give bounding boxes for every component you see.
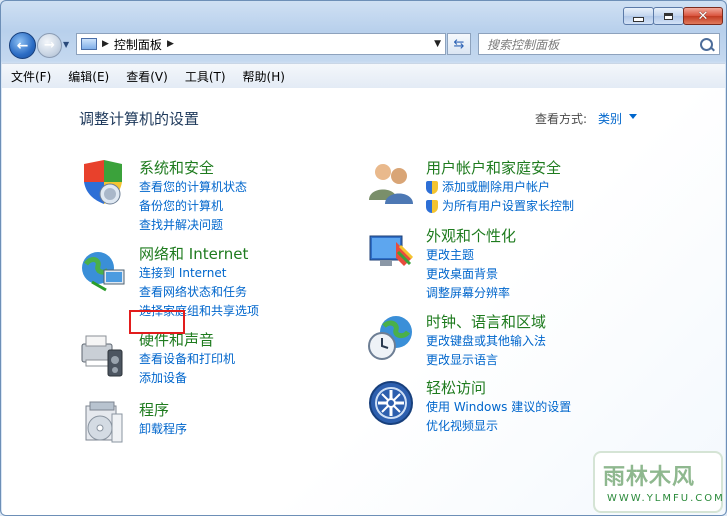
view-by-dropdown[interactable]: 类别 bbox=[598, 110, 622, 127]
page-title: 调整计算机的设置 bbox=[79, 110, 200, 128]
system-security-icon[interactable] bbox=[78, 158, 128, 208]
user-accounts-icon[interactable] bbox=[366, 158, 416, 208]
link-change-theme[interactable]: 更改主题 bbox=[426, 246, 516, 265]
recent-pages-dropdown[interactable]: ▼ bbox=[63, 41, 71, 49]
search-box[interactable] bbox=[478, 33, 720, 55]
network-icon[interactable] bbox=[78, 246, 128, 296]
view-by-label: 查看方式: bbox=[535, 112, 588, 126]
arrow-left-icon: ← bbox=[16, 37, 29, 54]
refresh-button[interactable]: ⇆ bbox=[447, 33, 471, 55]
menu-file[interactable]: 文件(F) bbox=[3, 68, 59, 85]
search-input[interactable] bbox=[485, 36, 699, 54]
link-desktop-background[interactable]: 更改桌面背景 bbox=[426, 265, 516, 284]
address-bar[interactable]: ▶ 控制面板 ▶ ▼ bbox=[76, 33, 446, 55]
link-network-status[interactable]: 查看网络状态和任务 bbox=[139, 283, 259, 302]
category-title-programs[interactable]: 程序 bbox=[139, 400, 187, 420]
breadcrumb-control-panel[interactable]: 控制面板 bbox=[114, 36, 162, 53]
minimize-button[interactable] bbox=[623, 7, 654, 25]
category-title-user-accounts[interactable]: 用户帐户和家庭安全 bbox=[426, 158, 574, 178]
close-button[interactable]: ✕ bbox=[683, 7, 723, 25]
link-change-display-language[interactable]: 更改显示语言 bbox=[426, 351, 546, 370]
link-connect-internet[interactable]: 连接到 Internet bbox=[139, 264, 259, 283]
menu-view[interactable]: 查看(V) bbox=[118, 68, 176, 85]
category-programs: 程序 卸载程序 bbox=[139, 400, 187, 439]
watermark-logo: 雨林木风 WWW.YLMFU.COM bbox=[593, 451, 723, 513]
maximize-icon bbox=[664, 12, 673, 20]
ease-of-access-icon[interactable] bbox=[366, 378, 416, 428]
link-devices-printers[interactable]: 查看设备和打印机 bbox=[139, 350, 235, 369]
category-title-ease-of-access[interactable]: 轻松访问 bbox=[426, 378, 571, 398]
category-clock-language-region: 时钟、语言和区域 更改键盘或其他输入法 更改显示语言 bbox=[426, 312, 546, 370]
category-title-clock-language[interactable]: 时钟、语言和区域 bbox=[426, 312, 546, 332]
uac-shield-icon bbox=[426, 181, 438, 194]
link-troubleshoot[interactable]: 查找并解决问题 bbox=[139, 216, 247, 235]
menu-help[interactable]: 帮助(H) bbox=[235, 68, 293, 85]
menu-tools[interactable]: 工具(T) bbox=[177, 68, 234, 85]
link-backup-computer[interactable]: 备份您的计算机 bbox=[139, 197, 247, 216]
appearance-icon[interactable] bbox=[366, 228, 416, 278]
forward-button[interactable]: → bbox=[37, 33, 62, 58]
breadcrumb-arrow-icon[interactable]: ▶ bbox=[167, 39, 174, 49]
link-uninstall-program[interactable]: 卸载程序 bbox=[139, 420, 187, 439]
watermark-title: 雨林木风 bbox=[603, 465, 696, 490]
maximize-button[interactable] bbox=[653, 7, 684, 25]
clock-language-icon[interactable] bbox=[366, 312, 416, 362]
control-panel-icon bbox=[81, 38, 97, 50]
address-dropdown-icon[interactable]: ▼ bbox=[434, 39, 441, 49]
link-add-remove-accounts[interactable]: 添加或删除用户帐户 bbox=[426, 178, 574, 197]
back-button[interactable]: ← bbox=[9, 32, 36, 59]
link-add-device[interactable]: 添加设备 bbox=[139, 369, 235, 388]
minimize-icon bbox=[633, 16, 644, 22]
category-title-network-internet[interactable]: 网络和 Internet bbox=[139, 244, 259, 264]
link-change-keyboard[interactable]: 更改键盘或其他输入法 bbox=[426, 332, 546, 351]
close-icon: ✕ bbox=[697, 8, 709, 24]
link-screen-resolution[interactable]: 调整屏幕分辨率 bbox=[426, 284, 516, 303]
category-appearance: 外观和个性化 更改主题 更改桌面背景 调整屏幕分辨率 bbox=[426, 226, 516, 303]
menu-edit[interactable]: 编辑(E) bbox=[60, 68, 117, 85]
category-user-accounts: 用户帐户和家庭安全 添加或删除用户帐户 为所有用户设置家长控制 bbox=[426, 158, 574, 216]
arrow-right-icon: → bbox=[44, 38, 55, 53]
highlight-box bbox=[129, 310, 185, 334]
category-title-system-security[interactable]: 系统和安全 bbox=[139, 158, 247, 178]
breadcrumb-arrow-icon[interactable]: ▶ bbox=[102, 39, 109, 49]
link-optimize-visual-display[interactable]: 优化视频显示 bbox=[426, 417, 571, 436]
chevron-down-icon[interactable] bbox=[629, 114, 637, 119]
search-icon[interactable] bbox=[700, 38, 713, 51]
category-title-appearance[interactable]: 外观和个性化 bbox=[426, 226, 516, 246]
link-recommended-settings[interactable]: 使用 Windows 建议的设置 bbox=[426, 398, 571, 417]
uac-shield-icon bbox=[426, 200, 438, 213]
link-label: 为所有用户设置家长控制 bbox=[442, 199, 575, 213]
category-hardware-sound: 硬件和声音 查看设备和打印机 添加设备 bbox=[139, 330, 235, 388]
refresh-icon: ⇆ bbox=[453, 36, 465, 52]
link-label: 添加或删除用户帐户 bbox=[442, 180, 551, 194]
link-parental-controls[interactable]: 为所有用户设置家长控制 bbox=[426, 197, 574, 216]
category-ease-of-access: 轻松访问 使用 Windows 建议的设置 优化视频显示 bbox=[426, 378, 571, 436]
link-view-computer-status[interactable]: 查看您的计算机状态 bbox=[139, 178, 247, 197]
watermark-url: WWW.YLMFU.COM bbox=[607, 493, 725, 504]
hardware-sound-icon[interactable] bbox=[78, 330, 128, 380]
category-system-security: 系统和安全 查看您的计算机状态 备份您的计算机 查找并解决问题 bbox=[139, 158, 247, 235]
explorer-window: ✕ ← → ▼ ▶ 控制面板 ▶ ▼ ⇆ 文件(F) 编辑(E) 查看(V) 工… bbox=[0, 0, 727, 516]
programs-icon[interactable] bbox=[78, 398, 128, 448]
menu-bar: 文件(F) 编辑(E) 查看(V) 工具(T) 帮助(H) bbox=[2, 63, 725, 89]
